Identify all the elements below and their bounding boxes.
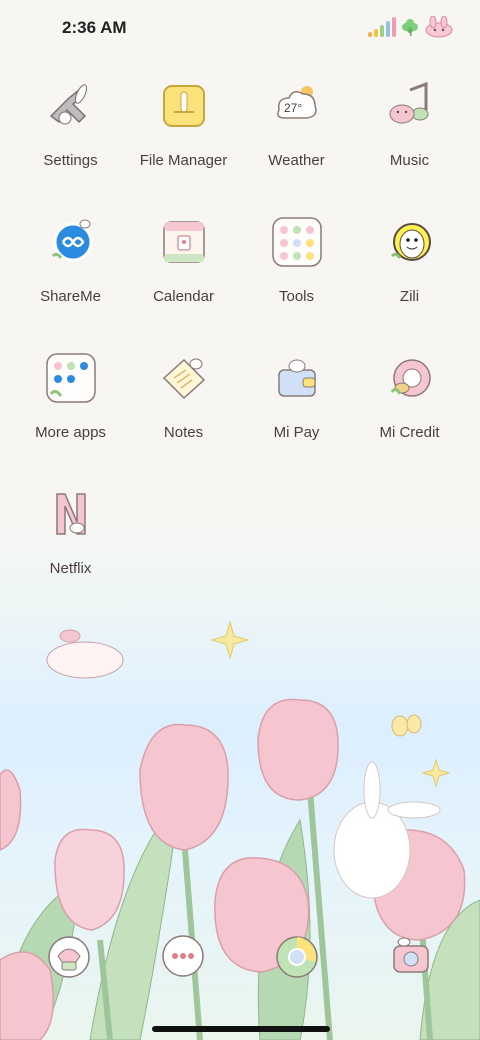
app-file-manager[interactable]: File Manager: [127, 76, 240, 169]
app-mi-pay[interactable]: Mi Pay: [240, 348, 353, 441]
app-label: Music: [389, 152, 430, 169]
app-music[interactable]: Music: [353, 76, 466, 169]
app-label: Mi Credit: [379, 424, 440, 441]
app-notes[interactable]: Notes: [127, 348, 240, 441]
phone-icon[interactable]: [44, 932, 94, 982]
app-mi-credit[interactable]: Mi Credit: [353, 348, 466, 441]
calendar-icon: [154, 212, 214, 272]
more-apps-folder-icon: [41, 348, 101, 408]
weather-cloud-icon: 27°: [267, 76, 327, 136]
app-calendar[interactable]: Calendar: [127, 212, 240, 305]
dock: [0, 920, 480, 990]
app-label: Calendar: [153, 288, 214, 305]
weather-temp: 27°: [284, 101, 302, 115]
clover-icon: [402, 19, 418, 37]
app-shareme[interactable]: ShareMe: [14, 212, 127, 305]
app-label: Tools: [278, 288, 315, 305]
app-label: Weather: [268, 152, 325, 169]
app-more-apps[interactable]: More apps: [14, 348, 127, 441]
signal-icon: [368, 17, 396, 37]
browser-icon[interactable]: [272, 932, 322, 982]
camera-icon[interactable]: [386, 932, 436, 982]
status-bar: 2:36 AM: [0, 0, 480, 56]
app-label: Zili: [399, 288, 420, 305]
app-settings[interactable]: Settings: [14, 76, 127, 169]
tools-folder-icon: [267, 212, 327, 272]
app-label: Notes: [163, 424, 204, 441]
messages-icon[interactable]: [158, 932, 208, 982]
app-label: ShareMe: [40, 288, 101, 305]
app-zili[interactable]: Zili: [353, 212, 466, 305]
status-time: 2:36 AM: [62, 18, 127, 37]
music-note-icon: [380, 76, 440, 136]
app-label: Netflix: [49, 560, 92, 577]
app-label: Settings: [43, 152, 98, 169]
zili-icon: [380, 212, 440, 272]
app-weather[interactable]: 27° Weather: [240, 76, 353, 169]
netflix-icon: [41, 484, 101, 544]
bunny-gear-icon: [41, 76, 101, 136]
mi-credit-icon: [380, 348, 440, 408]
folder-icon: [154, 76, 214, 136]
notes-icon: [154, 348, 214, 408]
status-icons: [368, 16, 454, 38]
shareme-icon: [41, 212, 101, 272]
app-label: File Manager: [139, 152, 228, 169]
app-label: Mi Pay: [273, 424, 320, 441]
wallet-icon: [267, 348, 327, 408]
app-tools[interactable]: Tools: [240, 212, 353, 305]
app-netflix[interactable]: Netflix: [14, 484, 127, 577]
app-label: More apps: [35, 424, 106, 441]
home-indicator[interactable]: [152, 1026, 330, 1032]
bunny-icon: [425, 16, 453, 38]
